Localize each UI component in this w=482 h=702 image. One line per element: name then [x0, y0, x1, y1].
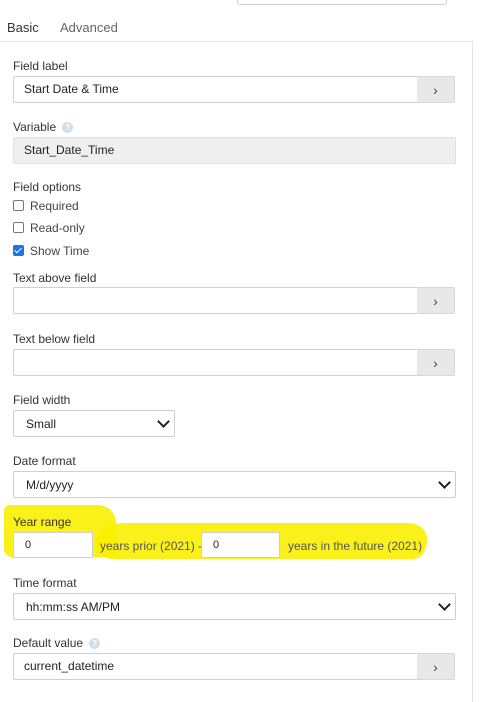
- default-value-heading: Default value?: [13, 636, 101, 650]
- checkbox[interactable]: [13, 222, 24, 233]
- text-below-button[interactable]: ›: [417, 349, 455, 376]
- time-format-heading: Time format: [13, 576, 77, 590]
- text-below-input[interactable]: [13, 349, 427, 376]
- chevron-right-icon: ›: [433, 355, 438, 371]
- default-value-input[interactable]: current_datetime: [13, 653, 427, 680]
- field-label-heading: Field label: [13, 59, 68, 73]
- checkbox[interactable]: [13, 200, 24, 211]
- time-format-select[interactable]: hh:mm:ss AM/PM: [13, 593, 456, 620]
- question-icon[interactable]: ?: [89, 638, 101, 650]
- years-future-text: years in the future (2021): [288, 539, 423, 553]
- option-show-time[interactable]: Show Time: [13, 244, 89, 258]
- years-prior-text: years prior (2021) -: [100, 539, 203, 553]
- option-read-only[interactable]: Read-only: [13, 221, 85, 235]
- date-format-heading: Date format: [13, 454, 76, 468]
- tab-basic[interactable]: Basic: [7, 20, 39, 35]
- chevron-right-icon: ›: [433, 82, 438, 98]
- question-icon[interactable]: ?: [62, 122, 74, 134]
- field-label-input[interactable]: Start Date & Time: [13, 76, 427, 103]
- variable-heading: Variable?: [13, 120, 74, 134]
- variable-field: Start_Date_Time: [13, 137, 456, 164]
- chevron-down-icon: [157, 415, 170, 428]
- field-options-heading: Field options: [13, 180, 82, 194]
- field-width-heading: Field width: [13, 393, 71, 407]
- option-required[interactable]: Required: [13, 199, 79, 213]
- field-width-select[interactable]: Small: [13, 410, 175, 437]
- tab-bar: Basic Advanced: [0, 12, 482, 53]
- chevron-right-icon: ›: [433, 659, 438, 675]
- chevron-down-icon: [438, 476, 451, 489]
- checkbox-checked[interactable]: [13, 245, 24, 256]
- year-range-heading: Year range: [13, 515, 72, 529]
- years-future-input[interactable]: 0: [201, 532, 280, 558]
- text-above-button[interactable]: ›: [417, 287, 455, 314]
- field-label-button[interactable]: ›: [417, 76, 455, 103]
- text-above-input[interactable]: [13, 287, 427, 314]
- chevron-down-icon: [438, 598, 451, 611]
- default-value-button[interactable]: ›: [417, 653, 455, 680]
- chevron-right-icon: ›: [433, 293, 438, 309]
- date-format-select[interactable]: M/d/yyyy: [13, 471, 456, 498]
- text-below-heading: Text below field: [13, 332, 96, 346]
- text-above-heading: Text above field: [13, 271, 97, 285]
- tab-advanced[interactable]: Advanced: [60, 20, 118, 35]
- years-prior-input[interactable]: 0: [13, 532, 93, 558]
- top-search-input[interactable]: [237, 0, 447, 5]
